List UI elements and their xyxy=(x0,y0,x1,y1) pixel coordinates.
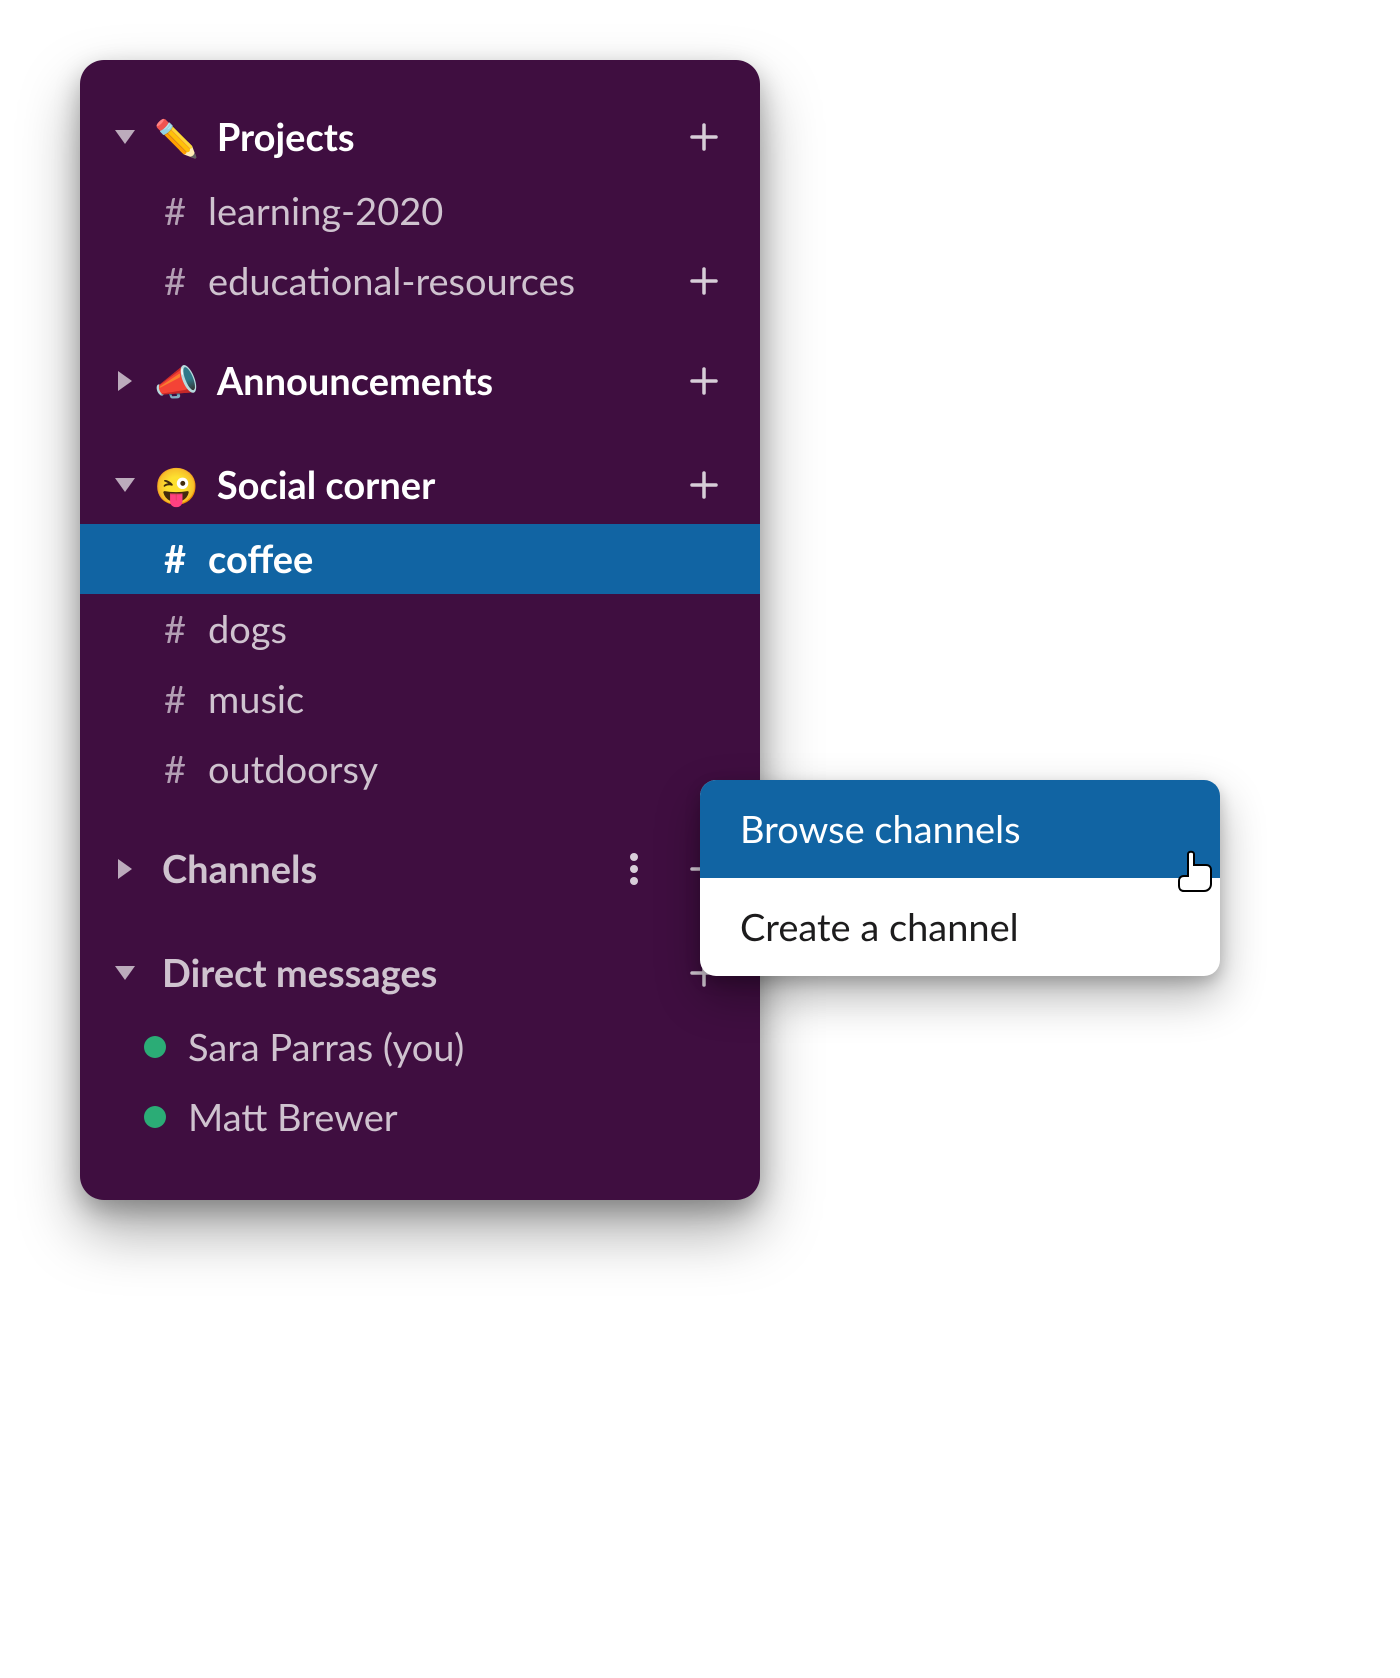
section-header-announcements[interactable]: Announcements xyxy=(80,342,760,420)
hash-icon: # xyxy=(160,676,190,722)
hash-icon: # xyxy=(160,188,190,234)
caret-down-icon xyxy=(114,474,136,496)
channel-name: educational-resources xyxy=(208,258,726,304)
section-header-social[interactable]: Social corner xyxy=(80,446,760,524)
channel-name: learning-2020 xyxy=(208,188,443,234)
channel-options-popover: Browse channels Create a channel xyxy=(700,780,1220,976)
channel-item[interactable]: # educational-resources xyxy=(80,246,760,316)
dm-item[interactable]: Matt Brewer xyxy=(80,1082,760,1152)
channel-item[interactable]: # outdoorsy xyxy=(80,734,760,804)
add-button[interactable] xyxy=(682,463,726,507)
browse-channels-menu-item[interactable]: Browse channels xyxy=(700,780,1220,878)
channel-name: music xyxy=(208,676,304,722)
caret-down-icon xyxy=(114,962,136,984)
channel-item[interactable]: # learning-2020 xyxy=(80,176,760,246)
menu-item-label: Browse channels xyxy=(740,806,1021,852)
section-label: Social corner xyxy=(217,462,656,508)
presence-active-icon xyxy=(144,1106,166,1128)
more-options-button[interactable] xyxy=(612,847,656,891)
section-header-channels[interactable]: Channels xyxy=(80,830,760,908)
add-button[interactable] xyxy=(682,359,726,403)
hash-icon: # xyxy=(160,258,190,304)
channel-name: coffee xyxy=(208,536,313,582)
section-label: Announcements xyxy=(217,358,656,404)
hash-icon: # xyxy=(160,536,190,582)
channel-item[interactable]: # music xyxy=(80,664,760,734)
create-channel-menu-item[interactable]: Create a channel xyxy=(700,878,1220,976)
add-button[interactable] xyxy=(682,115,726,159)
hash-icon: # xyxy=(160,606,190,652)
megaphone-icon xyxy=(154,363,199,399)
channel-item[interactable]: # coffee xyxy=(80,524,760,594)
channel-item[interactable]: # dogs xyxy=(80,594,760,664)
section-label: Channels xyxy=(162,846,586,892)
sidebar: Projects # learning-2020 # educational-r… xyxy=(80,60,760,1200)
hash-icon: # xyxy=(160,746,190,792)
section-label: Projects xyxy=(217,114,656,160)
channel-name: dogs xyxy=(208,606,287,652)
zany-face-icon xyxy=(154,467,199,503)
caret-right-icon xyxy=(114,370,136,392)
section-header-dms[interactable]: Direct messages xyxy=(80,934,760,1012)
pencil-icon xyxy=(154,119,199,155)
section-header-projects[interactable]: Projects xyxy=(80,98,760,176)
caret-right-icon xyxy=(114,858,136,880)
add-button[interactable] xyxy=(682,259,726,303)
dm-name: Sara Parras (you) xyxy=(188,1024,464,1070)
dm-name: Matt Brewer xyxy=(188,1094,398,1140)
section-label: Direct messages xyxy=(162,950,656,996)
caret-down-icon xyxy=(114,126,136,148)
channel-name: outdoorsy xyxy=(208,746,378,792)
presence-active-icon xyxy=(144,1036,166,1058)
menu-item-label: Create a channel xyxy=(740,904,1019,950)
dm-item[interactable]: Sara Parras (you) xyxy=(80,1012,760,1082)
